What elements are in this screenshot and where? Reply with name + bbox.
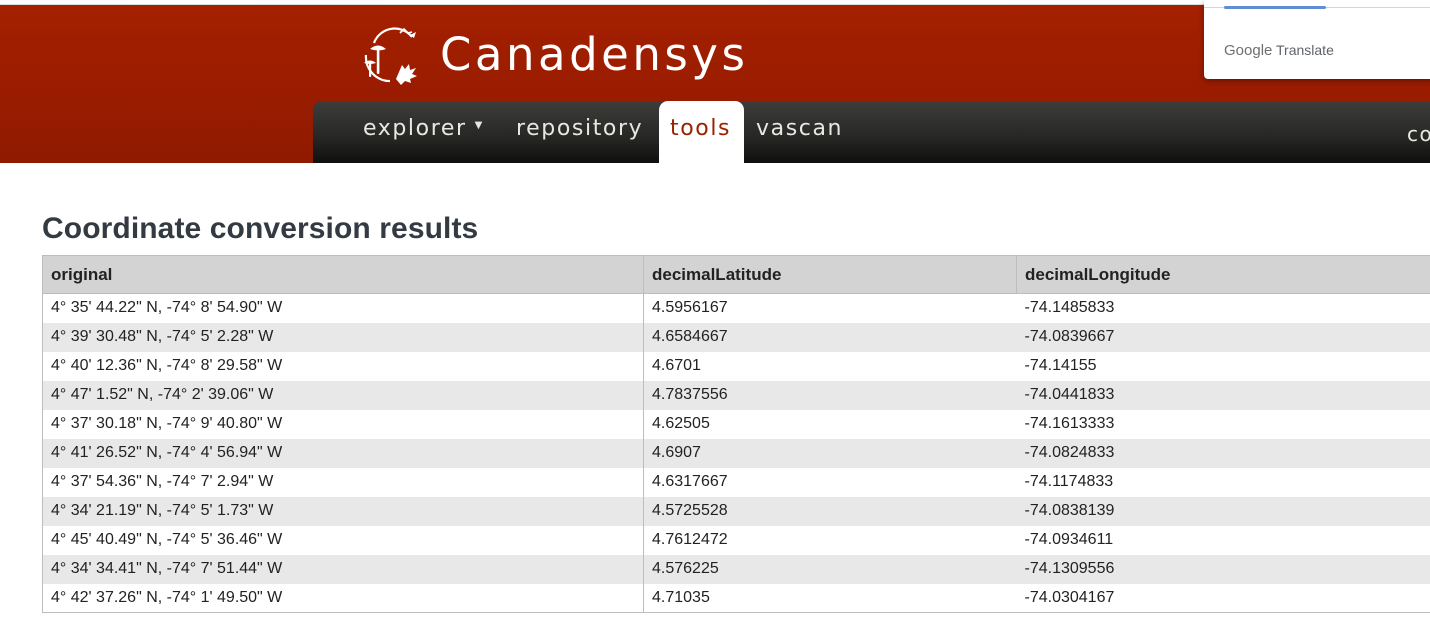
google-logo: Google [1224, 42, 1273, 59]
cell-decimal-longitude: -74.0304167 [1016, 583, 1430, 613]
nav-item-explorer[interactable]: explorer ▼ [363, 118, 484, 140]
cell-original: 4° 41' 26.52" N, -74° 4' 56.94" W [42, 438, 644, 468]
cell-original: 4° 34' 21.19" N, -74° 5' 1.73" W [42, 496, 644, 526]
table-header-row: original decimalLatitude decimalLongitud… [42, 255, 1430, 294]
brand-logo[interactable]: Canadensys [360, 22, 748, 86]
cell-original: 4° 42' 37.26" N, -74° 1' 49.50" W [42, 583, 644, 613]
nav-item-vascan[interactable]: vascan [756, 118, 843, 140]
cell-decimal-latitude: 4.5956167 [643, 293, 1017, 323]
nav-item-cut-off[interactable]: co [1407, 122, 1430, 146]
cell-decimal-latitude: 4.62505 [643, 409, 1017, 439]
cell-decimal-longitude: -74.0934611 [1016, 525, 1430, 555]
cell-original: 4° 34' 34.41" N, -74° 7' 51.44" W [42, 554, 644, 584]
table-row: 4° 34' 34.41" N, -74° 7' 51.44" W 4.57622… [42, 554, 1430, 584]
cell-decimal-latitude: 4.6317667 [643, 467, 1017, 497]
cell-decimal-latitude: 4.576225 [643, 554, 1017, 584]
cell-decimal-longitude: -74.0838139 [1016, 496, 1430, 526]
nav-item-label: vascan [756, 116, 844, 141]
translate-label: Translate [1276, 42, 1334, 58]
cell-decimal-longitude: -74.14155 [1016, 351, 1430, 381]
table-row: 4° 40' 12.36" N, -74° 8' 29.58" W 4.6701-… [42, 351, 1430, 381]
column-header-decimal-latitude[interactable]: decimalLatitude [643, 255, 1017, 294]
table-row: 4° 42' 37.26" N, -74° 1' 49.50" W 4.71035… [42, 583, 1430, 613]
google-translate-popup: Google Translate [1204, 0, 1430, 79]
coordinate-results-table: original decimalLatitude decimalLongitud… [42, 255, 1430, 613]
cell-original: 4° 37' 30.18" N, -74° 9' 40.80" W [42, 409, 644, 439]
cell-original: 4° 39' 30.48" N, -74° 5' 2.28" W [42, 322, 644, 352]
cell-original: 4° 35' 44.22" N, -74° 8' 54.90" W [42, 293, 644, 323]
cell-decimal-longitude: -74.1174833 [1016, 467, 1430, 497]
table-row: 4° 47' 1.52" N, -74° 2' 39.06" W 4.783755… [42, 380, 1430, 410]
column-header-decimal-longitude[interactable]: decimalLongitude [1016, 255, 1430, 294]
cell-decimal-latitude: 4.6907 [643, 438, 1017, 468]
brand-name: Canadensys [440, 27, 749, 81]
cell-decimal-latitude: 4.6584667 [643, 322, 1017, 352]
main-nav: explorer ▼ repository tools vascan co [313, 101, 1430, 163]
selected-tab-indicator[interactable] [1224, 6, 1326, 9]
cell-decimal-latitude: 4.7837556 [643, 380, 1017, 410]
table-row: 4° 39' 30.48" N, -74° 5' 2.28" W 4.658466… [42, 322, 1430, 352]
cell-decimal-latitude: 4.71035 [643, 583, 1017, 613]
nav-item-tools[interactable]: tools [659, 101, 744, 163]
table-row: 4° 34' 21.19" N, -74° 5' 1.73" W 4.572552… [42, 496, 1430, 526]
cell-decimal-latitude: 4.6701 [643, 351, 1017, 381]
nav-item-label: tools [670, 116, 732, 141]
nav-item-label: repository [516, 116, 644, 141]
table-row: 4° 35' 44.22" N, -74° 8' 54.90" W 4.59561… [42, 293, 1430, 323]
cell-original: 4° 40' 12.36" N, -74° 8' 29.58" W [42, 351, 644, 381]
cell-decimal-longitude: -74.1309556 [1016, 554, 1430, 584]
google-translate-label: Google Translate [1224, 42, 1334, 59]
cell-decimal-latitude: 4.5725528 [643, 496, 1017, 526]
table-row: 4° 45' 40.49" N, -74° 5' 36.46" W 4.76124… [42, 525, 1430, 555]
column-header-original[interactable]: original [42, 255, 644, 294]
caret-down-icon: ▼ [474, 120, 484, 131]
page-title: Coordinate conversion results [42, 212, 479, 245]
cell-decimal-longitude: -74.1485833 [1016, 293, 1430, 323]
table-row: 4° 41' 26.52" N, -74° 4' 56.94" W 4.6907-… [42, 438, 1430, 468]
table-row: 4° 37' 30.18" N, -74° 9' 40.80" W 4.62505… [42, 409, 1430, 439]
cell-original: 4° 47' 1.52" N, -74° 2' 39.06" W [42, 380, 644, 410]
cell-decimal-longitude: -74.0824833 [1016, 438, 1430, 468]
cell-decimal-latitude: 4.7612472 [643, 525, 1017, 555]
cell-decimal-longitude: -74.1613333 [1016, 409, 1430, 439]
nav-item-label: explorer [363, 116, 467, 141]
canadensys-logo-mushroom-leaf-icon [364, 27, 417, 85]
table-row: 4° 37' 54.36" N, -74° 7' 2.94" W 4.631766… [42, 467, 1430, 497]
nav-item-repository[interactable]: repository [516, 118, 643, 140]
cell-decimal-longitude: -74.0441833 [1016, 380, 1430, 410]
cell-original: 4° 45' 40.49" N, -74° 5' 36.46" W [42, 525, 644, 555]
cell-decimal-longitude: -74.0839667 [1016, 322, 1430, 352]
cell-original: 4° 37' 54.36" N, -74° 7' 2.94" W [42, 467, 644, 497]
